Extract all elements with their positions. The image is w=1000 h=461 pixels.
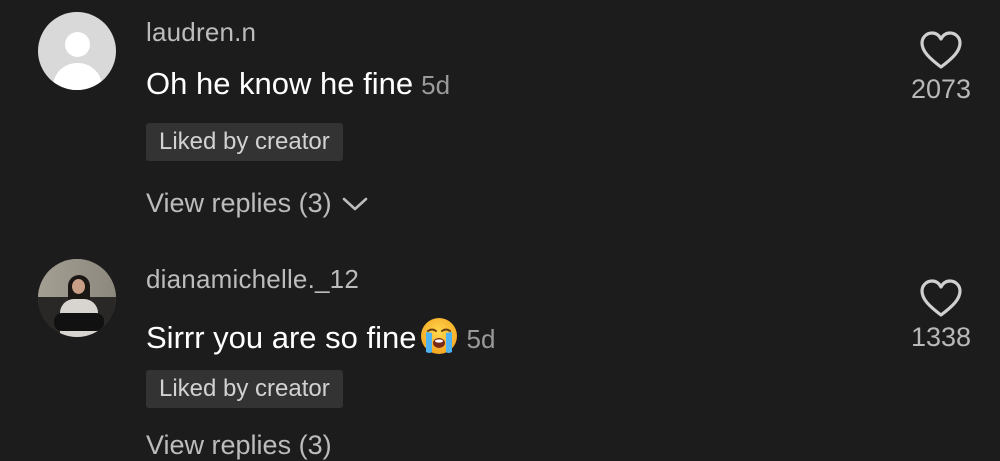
like-button[interactable]: 2073 <box>891 30 991 105</box>
comment-timestamp: 5d <box>466 324 496 354</box>
heart-icon <box>920 279 962 317</box>
comment-item: laudren.n Oh he know he fine 5d Liked by … <box>0 0 1000 240</box>
comment-timestamp: 5d <box>421 70 451 100</box>
view-replies-button[interactable]: View replies (3) <box>146 188 368 219</box>
comment-body: Sirrr you are so fine <box>146 320 417 355</box>
avatar[interactable] <box>38 12 116 90</box>
comment-text: Oh he know he fine 5d <box>146 66 450 102</box>
comment-item: dianamichelle._12 Sirrr you are so fine … <box>0 240 1000 443</box>
comment-username[interactable]: laudren.n <box>146 17 256 48</box>
like-count: 2073 <box>910 74 972 104</box>
comment-body: Oh he know he fine <box>146 66 414 101</box>
comment-text: Sirrr you are so fine 5d <box>146 316 495 356</box>
like-button[interactable]: 1338 <box>891 278 991 353</box>
chevron-down-icon <box>342 197 367 210</box>
like-count: 1338 <box>910 322 972 352</box>
liked-by-creator-badge: Liked by creator <box>146 370 343 408</box>
liked-by-creator-badge: Liked by creator <box>146 123 343 161</box>
heart-icon <box>920 31 962 69</box>
view-replies-button[interactable]: View replies (3) <box>146 430 332 461</box>
avatar[interactable] <box>38 259 116 337</box>
view-replies-label: View replies (3) <box>146 188 332 218</box>
loudly-crying-face-emoji <box>420 318 457 354</box>
comment-username[interactable]: dianamichelle._12 <box>146 264 359 295</box>
default-avatar-icon <box>65 32 90 57</box>
